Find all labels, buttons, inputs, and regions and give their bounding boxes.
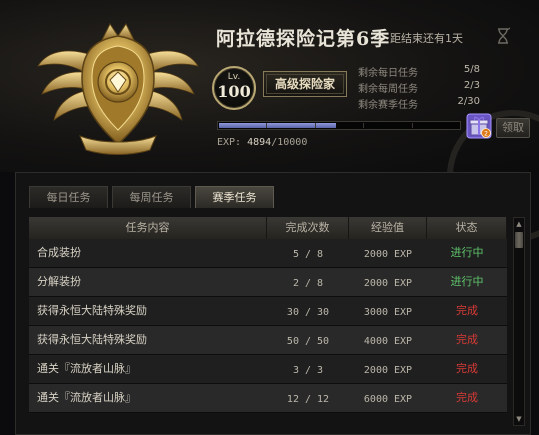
tab-weekly[interactable]: 每周任务 — [112, 186, 191, 208]
task-count: 50 / 50 — [286, 336, 330, 347]
claim-button[interactable]: 领取 — [496, 118, 530, 138]
hourglass-icon — [498, 27, 511, 44]
task-count: 12 / 12 — [286, 394, 330, 405]
header-count: 完成次数 — [267, 217, 349, 239]
table-scrollbar[interactable]: ▲ ▼ — [513, 217, 525, 426]
task-count: 2 / 8 — [292, 278, 324, 289]
task-table: 任务内容 完成次数 经验值 状态 合成装扮 5 / 8 2000 EXP 进行中… — [29, 217, 507, 413]
task-panel: 每日任务 每周任务 赛季任务 任务内容 完成次数 经验值 状态 合成装扮 5 /… — [15, 172, 531, 435]
level-value: 100 — [217, 82, 251, 101]
task-name: 通关『流放者山脉』 — [37, 391, 136, 404]
table-row[interactable]: 通关『流放者山脉』 3 / 3 2000 EXP 完成 — [29, 355, 507, 384]
daily-remaining: 剩余每日任务 5/8 — [358, 64, 480, 79]
adventure-emblem-icon — [37, 23, 199, 155]
task-status: 完成 — [456, 304, 478, 317]
exp-progress-fill — [219, 123, 336, 128]
exp-tick — [363, 123, 364, 128]
task-exp: 3000 EXP — [363, 307, 413, 318]
exp-current: 4894 — [247, 137, 272, 148]
table-row[interactable]: 获得永恒大陆特殊奖励 50 / 50 4000 EXP 完成 — [29, 326, 507, 355]
table-row[interactable]: 合成装扮 5 / 8 2000 EXP 进行中 — [29, 239, 507, 268]
tab-daily[interactable]: 每日任务 — [29, 186, 108, 208]
svg-text:2: 2 — [484, 131, 488, 138]
task-name: 合成装扮 — [37, 246, 81, 259]
table-row[interactable]: 分解装扮 2 / 8 2000 EXP 进行中 — [29, 268, 507, 297]
exp-total: /10000 — [271, 137, 308, 148]
exp-tick — [412, 123, 413, 128]
season-remaining: 剩余赛季任务 2/30 — [358, 96, 480, 111]
task-status: 完成 — [456, 391, 478, 404]
season-countdown: 距结束还有1天 — [390, 32, 463, 45]
task-status: 进行中 — [450, 275, 484, 288]
table-body: 合成装扮 5 / 8 2000 EXP 进行中 分解装扮 2 / 8 2000 … — [29, 239, 507, 413]
task-exp: 2000 EXP — [363, 365, 413, 376]
task-status: 进行中 — [450, 246, 484, 259]
task-count: 3 / 3 — [292, 365, 324, 376]
weekly-remaining: 剩余每周任务 2/3 — [358, 80, 480, 95]
rank-title: 高级探险家 — [263, 71, 347, 97]
task-name: 获得永恒大陆特殊奖励 — [37, 304, 147, 317]
scroll-down-icon[interactable]: ▼ — [515, 415, 523, 423]
gift-box-icon[interactable]: 2 — [466, 113, 492, 139]
exp-readout: EXP: 4894/10000 — [217, 137, 307, 148]
task-name: 分解装扮 — [37, 275, 81, 288]
stat-label: 剩余赛季任务 — [358, 100, 418, 111]
header-status: 状态 — [427, 217, 507, 239]
tab-season[interactable]: 赛季任务 — [195, 186, 274, 208]
stat-label: 剩余每周任务 — [358, 84, 418, 95]
task-tabs: 每日任务 每周任务 赛季任务 — [29, 186, 274, 208]
table-row[interactable]: 获得永恒大陆特殊奖励 30 / 30 3000 EXP 完成 — [29, 297, 507, 326]
task-exp: 2000 EXP — [363, 249, 413, 260]
stat-value: 5/8 — [463, 64, 480, 75]
level-label: Lv. — [227, 72, 241, 82]
task-status: 完成 — [456, 333, 478, 346]
table-header: 任务内容 完成次数 经验值 状态 — [29, 217, 507, 239]
task-exp: 6000 EXP — [363, 394, 413, 405]
stat-value: 2/3 — [463, 80, 480, 91]
task-name: 获得永恒大陆特殊奖励 — [37, 333, 147, 346]
exp-tick — [315, 123, 316, 128]
scroll-up-icon[interactable]: ▲ — [515, 220, 523, 228]
task-name: 通关『流放者山脉』 — [37, 362, 136, 375]
season-title: 阿拉德探险记第6季 — [216, 28, 391, 50]
table-row[interactable]: 通关『流放者山脉』 12 / 12 6000 EXP 完成 — [29, 384, 507, 413]
level-badge: Lv. 100 — [212, 66, 256, 110]
task-exp: 2000 EXP — [363, 278, 413, 289]
header-exp: 经验值 — [349, 217, 427, 239]
stat-label: 剩余每日任务 — [358, 68, 418, 79]
exp-label: EXP: — [217, 137, 242, 148]
exp-progress-bar — [217, 121, 461, 130]
exp-tick — [266, 123, 267, 128]
task-exp: 4000 EXP — [363, 336, 413, 347]
task-count: 30 / 30 — [286, 307, 330, 318]
task-status: 完成 — [456, 362, 478, 375]
scroll-thumb[interactable] — [515, 232, 523, 248]
stat-value: 2/30 — [457, 96, 480, 107]
task-count: 5 / 8 — [292, 249, 324, 260]
header-task: 任务内容 — [29, 217, 267, 239]
